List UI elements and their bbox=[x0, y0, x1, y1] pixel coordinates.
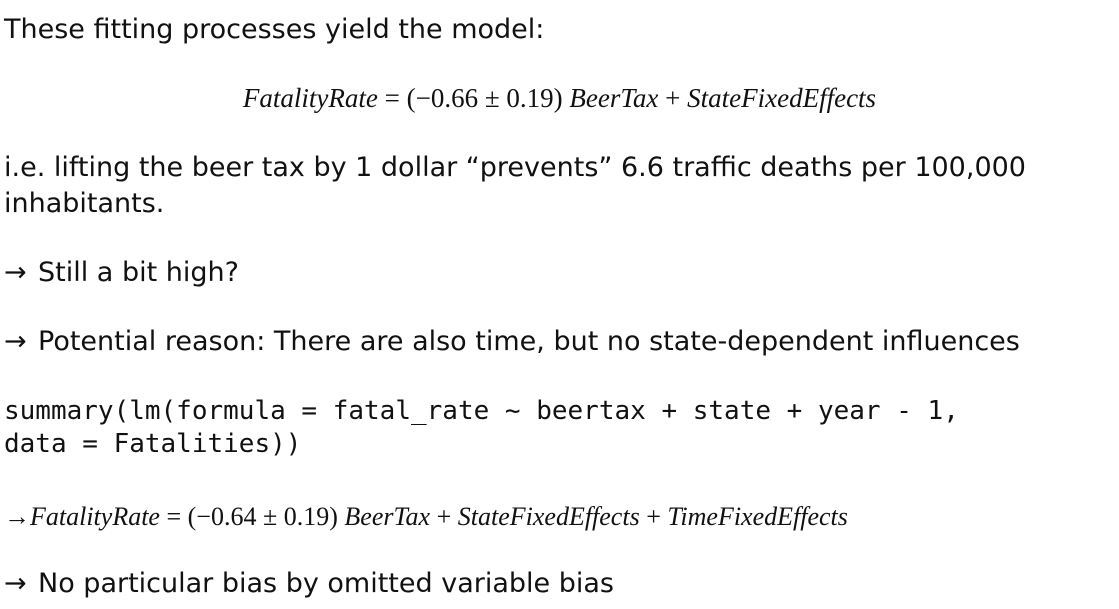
code-line-2: data = Fatalities)) bbox=[4, 429, 302, 459]
eq1-term-state-fixed-effects: StateFixedEffects bbox=[687, 83, 877, 113]
bullet-still-high: → Still a bit high? bbox=[4, 256, 239, 290]
code-line-1: summary(lm(formula = fatal_rate ~ beerta… bbox=[4, 396, 959, 426]
bullet-no-bias: → No particular bias by omitted variable … bbox=[4, 567, 614, 601]
eq2-coefficient: (−0.64 ± 0.19) bbox=[187, 502, 345, 531]
eq1-lhs: FatalityRate bbox=[242, 83, 378, 113]
eq1-coefficient: (−0.66 ± 0.19) bbox=[406, 83, 570, 113]
eq1-equals: = bbox=[377, 83, 407, 113]
arrow-icon: → bbox=[4, 326, 27, 357]
eq2-plus-2: + bbox=[639, 502, 668, 531]
eq2-equals: = bbox=[159, 502, 188, 531]
eq2-term-state-fixed-effects: StateFixedEffects bbox=[457, 502, 640, 531]
interpretation-line-2: inhabitants. bbox=[4, 188, 165, 219]
eq1-term-beertax: BeerTax bbox=[569, 83, 659, 113]
eq2-lhs: FatalityRate bbox=[30, 502, 160, 531]
eq2-term-beertax: BeerTax bbox=[344, 502, 431, 531]
arrow-icon: → bbox=[4, 502, 30, 531]
model-equation-2: →FatalityRate = (−0.64 ± 0.19) BeerTax +… bbox=[4, 500, 848, 534]
arrow-icon: → bbox=[4, 568, 27, 599]
bullet-text: No particular bias by omitted variable b… bbox=[38, 568, 614, 599]
eq1-plus: + bbox=[658, 83, 688, 113]
eq2-term-time-fixed-effects: TimeFixedEffects bbox=[667, 502, 848, 531]
bullet-potential-reason: → Potential reason: There are also time, … bbox=[4, 325, 1020, 359]
interpretation-line-1: i.e. lifting the beer tax by 1 dollar “p… bbox=[4, 152, 1026, 183]
bullet-text: Still a bit high? bbox=[38, 257, 239, 288]
eq2-plus-1: + bbox=[430, 502, 458, 531]
arrow-icon: → bbox=[4, 257, 27, 288]
intro-text: These fitting processes yield the model: bbox=[4, 14, 545, 45]
bullet-text: Potential reason: There are also time, b… bbox=[38, 326, 1020, 357]
model-equation-1: FatalityRate = (−0.66 ± 0.19) BeerTax + … bbox=[0, 83, 1119, 114]
